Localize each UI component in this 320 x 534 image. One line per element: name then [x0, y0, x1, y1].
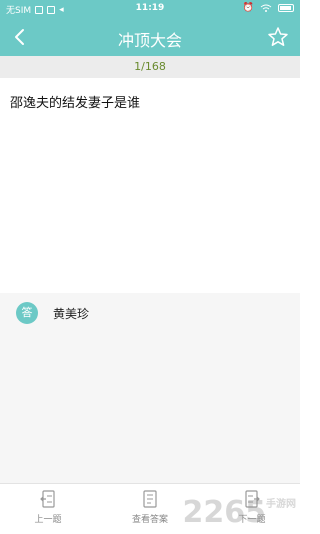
site-watermark: 2265手游网: [183, 495, 297, 530]
answer-panel: 答 黄美珍: [0, 293, 300, 483]
wifi-icon: [260, 4, 272, 12]
favorite-star-icon[interactable]: [266, 25, 290, 49]
alarm-icon: ⏰: [242, 3, 254, 13]
app-header: 冲顶大会: [0, 18, 300, 56]
answer-badge: 答: [16, 302, 38, 324]
previous-question-icon: [40, 490, 55, 508]
watermark-site: 手游网: [266, 499, 296, 510]
battery-icon: [278, 4, 294, 12]
status-right: ⏰: [243, 3, 294, 13]
view-answer-button[interactable]: 查看答案: [115, 490, 185, 525]
question-panel: 邵逸夫的结发妻子是谁: [0, 78, 300, 293]
page-title: 冲顶大会: [117, 31, 182, 50]
question-progress: 1/168: [0, 56, 300, 78]
view-answer-icon: [143, 490, 157, 508]
view-answer-label: 查看答案: [131, 515, 168, 525]
question-text: 邵逸夫的结发妻子是谁: [10, 96, 141, 111]
previous-question-label: 上一题: [34, 515, 62, 525]
watermark-number: 2265: [182, 495, 267, 530]
answer-text: 黄美珍: [53, 307, 90, 321]
status-bar: 无SIM ◂ 11:19 ⏰: [0, 0, 300, 18]
previous-question-button[interactable]: 上一题: [13, 490, 83, 525]
